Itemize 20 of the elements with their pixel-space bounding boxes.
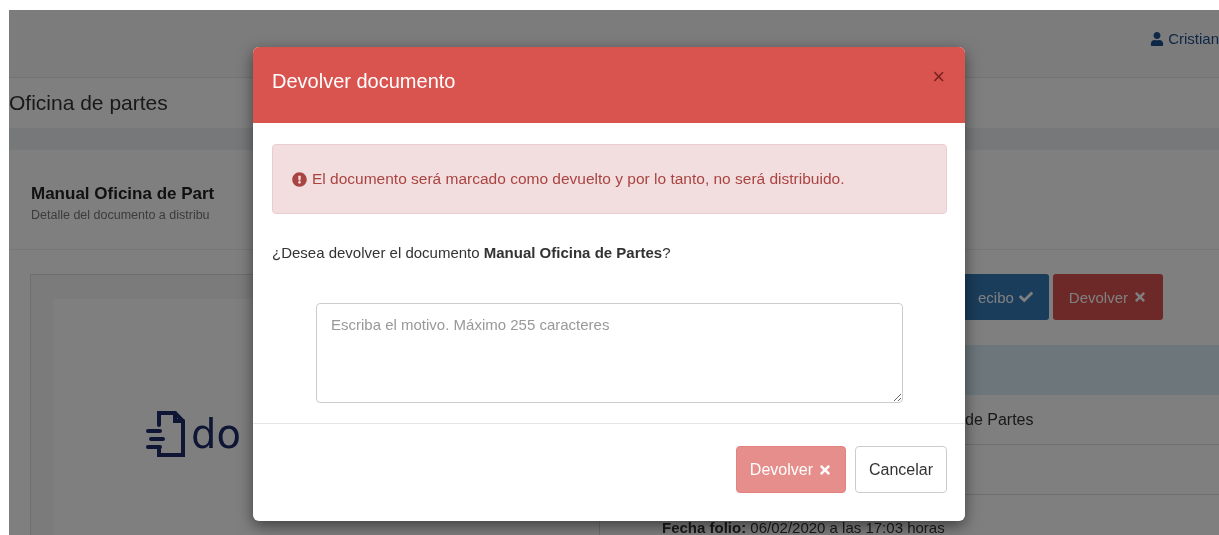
action-button[interactable]: Devolver [1052, 274, 1163, 320]
logo-text: do [191, 414, 241, 454]
close-icon [817, 462, 832, 477]
detail-text: Fecha folio: 06/02/2020 a las 17:03 horas [661, 518, 946, 535]
user-icon [1150, 31, 1165, 46]
reason-field[interactable]: Escriba el motivo. Máximo 255 caracteres [316, 303, 903, 403]
close-icon [1133, 290, 1147, 304]
close-button[interactable]: × [932, 64, 945, 90]
check-icon [1018, 290, 1033, 304]
alert-text: El documento será marcado como devuelto y por lo tanto, no será distribuido. [312, 170, 845, 188]
document-icon [145, 409, 187, 459]
cancel-button[interactable]: Cancelar [854, 446, 947, 493]
question-text: ¿Desea devolver el documento Manual Oficina de Partes? [272, 244, 672, 261]
card-subtitle: Detalle del documento a distribu [31, 208, 211, 222]
detail-text: de Partes [965, 410, 1034, 429]
page-title: Oficina de partes [9, 91, 168, 115]
warning-icon [292, 171, 307, 187]
user-link[interactable]: Cristian [1150, 30, 1219, 47]
modal-title: Devolver documento [272, 69, 456, 93]
card-title: Manual Oficina de Part [31, 184, 216, 204]
